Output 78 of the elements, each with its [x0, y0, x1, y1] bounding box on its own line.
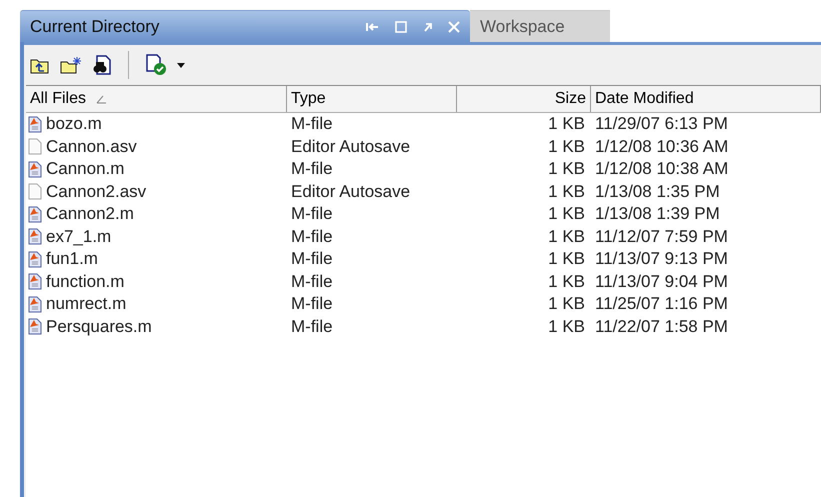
m-file-icon	[28, 228, 42, 246]
m-file-icon	[28, 160, 42, 178]
dropdown-caret-icon[interactable]	[177, 62, 185, 68]
table-cell-text: M-file	[290, 272, 334, 292]
file-name-cell[interactable]: bozo.m	[26, 114, 287, 134]
table-cell-text: 1 KB	[547, 226, 586, 247]
table-cell-text: 1 KB	[547, 316, 586, 337]
dock-icon[interactable]	[365, 22, 379, 32]
table-cell-text: M-file	[290, 114, 334, 134]
table-cell-text: 1 KB	[547, 294, 586, 314]
table-cell-text: M-file	[290, 249, 334, 270]
table-cell-text: 11/12/07 7:59 PM	[594, 226, 729, 247]
column-label: Size	[554, 90, 586, 108]
column-label: All Files	[30, 90, 86, 108]
table-cell-text: 1/13/08 1:35 PM	[594, 182, 721, 202]
table-cell-text: 1 KB	[547, 136, 586, 157]
m-file-icon	[28, 116, 42, 133]
table-cell-text: 11/13/07 9:04 PM	[594, 272, 729, 292]
file-name: Cannon2.asv	[46, 182, 146, 202]
file-name-cell[interactable]: Cannon.asv	[26, 136, 287, 157]
file-name-cell[interactable]: fun1.m	[26, 249, 287, 270]
table-cell-text: 1/13/08 1:39 PM	[594, 204, 721, 224]
table-cell-text: Editor Autosave	[290, 182, 412, 202]
table-cell-text: 1 KB	[547, 272, 586, 292]
find-files-icon[interactable]	[92, 55, 112, 75]
tab-label: Workspace	[480, 16, 565, 36]
m-file-icon	[28, 250, 42, 268]
file-name: Cannon.m	[46, 159, 124, 180]
maximize-icon[interactable]	[395, 20, 407, 32]
table-cell-text: M-file	[290, 204, 334, 224]
file-name: Persquares.m	[46, 316, 152, 337]
file-name: Cannon.asv	[46, 136, 137, 157]
table-cell-text: 1 KB	[547, 204, 586, 224]
table-cell-text: M-file	[290, 294, 334, 314]
file-name: fun1.m	[46, 249, 98, 270]
file-name: numrect.m	[46, 294, 126, 314]
column-header[interactable]: Date Modified	[591, 86, 821, 112]
undock-arrow-icon[interactable]	[423, 22, 432, 32]
column-label: Type	[291, 90, 326, 108]
table-cell-text: 1/12/08 10:36 AM	[594, 136, 730, 157]
tab-label: Current Directory	[30, 16, 160, 36]
table-cell-text: 11/13/07 9:13 PM	[594, 249, 729, 270]
m-file-icon	[28, 296, 42, 313]
table-cell-text: Editor Autosave	[290, 136, 412, 157]
file-name-cell[interactable]: Cannon2.asv	[26, 182, 287, 202]
file-name-cell[interactable]: numrect.m	[26, 294, 287, 314]
table-cell-text: 1 KB	[547, 182, 586, 202]
table-cell-text: 1 KB	[547, 159, 586, 180]
column-header[interactable]: Type	[287, 86, 457, 112]
table-cell-text: 11/25/07 1:16 PM	[594, 294, 729, 314]
file-name-cell[interactable]: ex7_1.m	[26, 226, 287, 247]
file-name-cell[interactable]: function.m	[26, 272, 287, 292]
panel-tab[interactable]: Current Directory	[20, 10, 470, 42]
file-name-cell[interactable]: Persquares.m	[26, 316, 287, 337]
file-name-cell[interactable]: Cannon2.m	[26, 204, 287, 224]
table-cell-text: M-file	[290, 226, 334, 247]
table-cell-text: 1 KB	[547, 114, 586, 134]
table-cell-text: M-file	[290, 159, 334, 180]
file-name: bozo.m	[46, 114, 102, 134]
report-check-icon[interactable]	[145, 54, 167, 76]
file-name: function.m	[46, 272, 124, 292]
file-name: ex7_1.m	[46, 226, 112, 247]
table-cell-text: 1/12/08 10:38 AM	[594, 159, 730, 180]
column-header[interactable]: All Files	[26, 86, 287, 112]
m-file-icon	[28, 273, 42, 290]
file-name-cell[interactable]: Cannon.m	[26, 159, 287, 180]
table-cell-text: 11/29/07 6:13 PM	[594, 114, 729, 134]
column-header[interactable]: Size	[457, 86, 591, 112]
new-folder-icon[interactable]	[60, 56, 82, 74]
close-icon[interactable]	[448, 20, 460, 32]
column-label: Date Modified	[595, 90, 694, 108]
file-name: Cannon2.m	[46, 204, 134, 224]
m-file-icon	[28, 206, 42, 223]
table-cell-text: 11/22/07 1:58 PM	[594, 316, 729, 337]
table-cell-text: 1 KB	[547, 249, 586, 270]
table-cell-text: M-file	[290, 316, 334, 337]
m-file-icon	[28, 318, 42, 336]
panel-tab[interactable]: Workspace	[470, 10, 610, 42]
